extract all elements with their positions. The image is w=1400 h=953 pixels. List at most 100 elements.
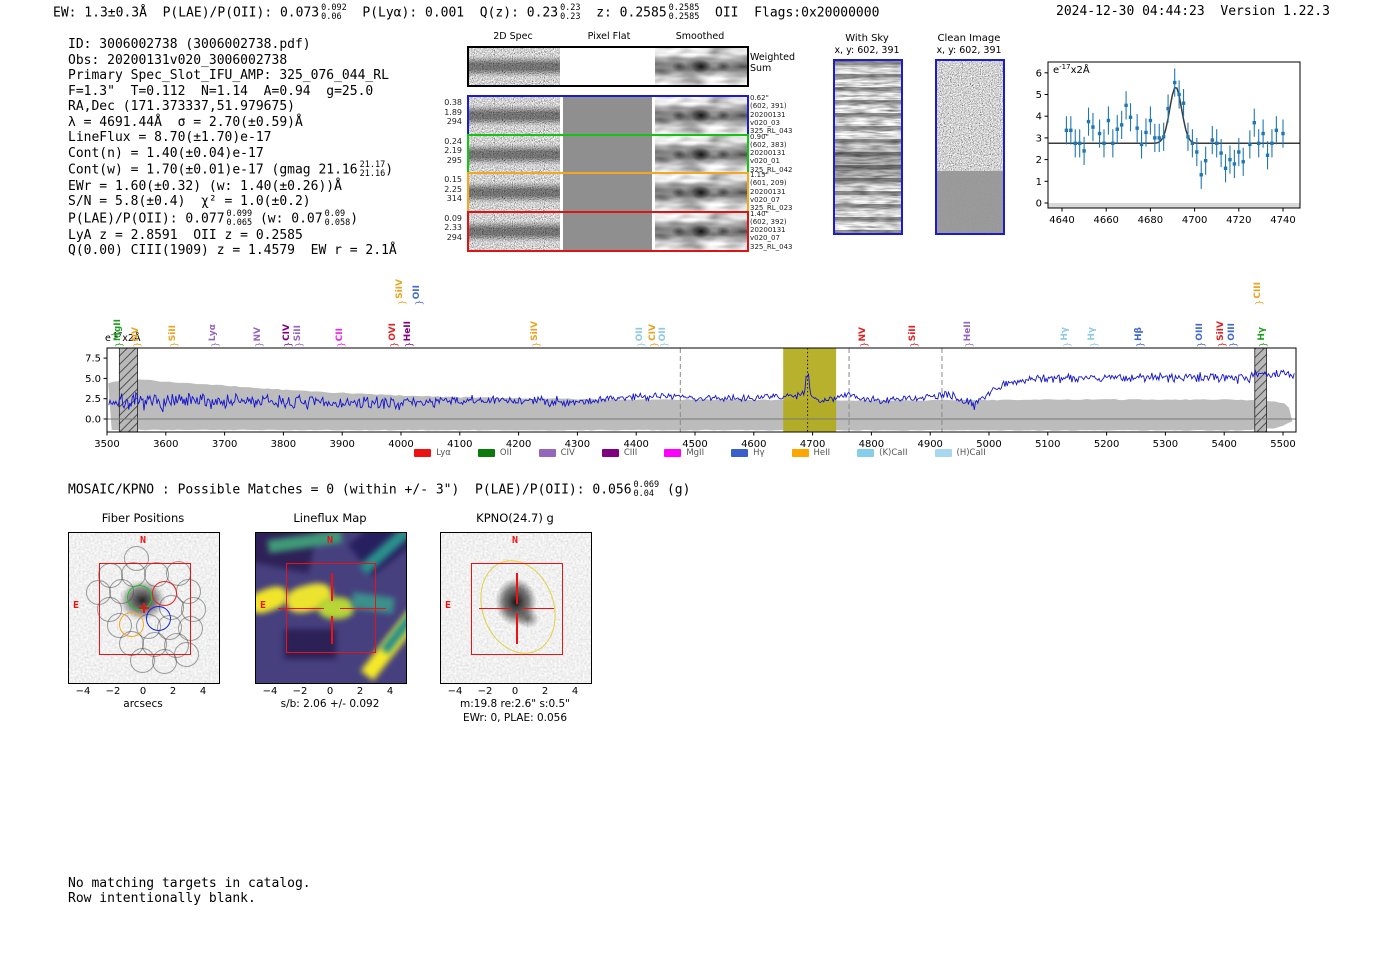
text-segment: ) (385, 162, 394, 178)
text-segment (147, 5, 163, 20)
withsky-image (833, 59, 903, 235)
legend-swatch (601, 449, 619, 457)
fiber-row-left-label: 0.09 2.33 294 (420, 214, 462, 243)
text-segment (347, 5, 363, 20)
right-label-line: 20200131 (750, 149, 786, 158)
right-label-line: 20200131 (750, 226, 786, 235)
legend-item: (K)CaII (857, 448, 908, 458)
emission-line-label: OIII{ (1225, 323, 1239, 348)
crosshair-left (479, 607, 512, 610)
line-label-text: SiII (167, 324, 178, 341)
line-label-text: SiIV (395, 279, 406, 299)
svg-text:5: 5 (1036, 90, 1042, 101)
fiber-row-left-label: 0.15 2.25 314 (420, 175, 462, 204)
stacked-uncertainty: 0.23 0.23 (560, 4, 580, 22)
emission-line-label: OII{ (633, 327, 647, 348)
emission-line-label: MgII{ (111, 319, 125, 348)
line-label-brace: { (648, 341, 659, 348)
compass-north: N (327, 535, 334, 546)
text-segment (464, 5, 480, 20)
trace-band (469, 174, 560, 211)
right-label-line: 0.90" (750, 132, 769, 141)
text-segment: Primary Spec_Slot_IFU_AMP: 325_076_044_R… (68, 68, 389, 83)
line-label-brace: { (1257, 341, 1268, 348)
info-line: λ = 4691.44Å σ = 2.70(±0.59)Å (68, 115, 397, 131)
text-segment: Q(0.00) CIII(1909) z = 1.4579 EW r = 2.1… (68, 243, 397, 259)
svg-text:0.0: 0.0 (85, 415, 101, 426)
line-label-brace: { (131, 341, 142, 348)
text-segment: λ = 4691.44Å σ = 2.70(±0.59)Å (68, 114, 303, 130)
compass-east: E (73, 600, 80, 611)
stacked-uncertainty: 0.2585 0.2585 (669, 4, 700, 22)
legend-label: OII (499, 448, 512, 458)
line-label-text: Hγ (1060, 327, 1071, 341)
compass-north: N (512, 535, 519, 546)
fiber-axis-ticks: −4 −2 0 2 4 (68, 686, 218, 698)
line-label-text: NV (857, 326, 868, 342)
weighted-sum-label: Weighted Sum (750, 52, 795, 74)
tick-label: 2 (541, 686, 549, 697)
line-label-text: Hγ (1087, 327, 1098, 341)
line-label-brace: { (282, 341, 293, 348)
left-label-line: 2.33 (444, 223, 462, 232)
report-timestamp: 2024-12-30 04:44:23 (1056, 4, 1205, 19)
lineflux-panel-title: Lineflux Map (293, 511, 367, 525)
text-segment (699, 5, 715, 20)
left-label-line: 0.24 (444, 136, 462, 146)
kpno-axis-ticks: −4 −2 0 2 4 (440, 686, 590, 698)
text-segment: z: 0.2585 (596, 5, 667, 21)
fiber-cutout-row (467, 95, 749, 136)
line-label-text: MgII (113, 318, 124, 341)
compass-north: N (140, 535, 147, 546)
line-label-brace: { (1087, 341, 1098, 348)
crosshair-right (521, 607, 554, 610)
emission-line-label: Hγ{ (1085, 327, 1099, 348)
stacked-uncertainty: 0.09 0.058 (325, 209, 351, 228)
footer-note-2: Row intentionally blank. (68, 891, 256, 906)
legend-item: CIV (538, 448, 575, 458)
right-label-line: (602, 391) (750, 102, 787, 111)
left-label-line: 295 (446, 155, 462, 165)
kpno-xlabel2: EWr: 0, PLAE: 0.056 (462, 712, 568, 724)
legend-swatch (791, 449, 809, 457)
pixel-flat-segment (563, 135, 652, 173)
legend-label: (H)CaII (956, 448, 986, 458)
lower-bound: 0.2585 (668, 11, 700, 22)
emission-line-label: OII{ (656, 327, 670, 348)
line-label-brace: { (412, 299, 423, 306)
withsky-title: With Sky (845, 33, 889, 44)
text-segment: MOSAIC/KPNO : Possible Matches = 0 (with… (68, 482, 632, 498)
fiber-positions-plot: N E (68, 532, 220, 684)
info-line: ID: 3006002738 (3006002738.pdf) (68, 37, 397, 53)
text-segment: OII (715, 5, 739, 21)
emission-line-label: HeII{ (961, 321, 975, 348)
line-label-text: Hβ (1133, 327, 1144, 341)
tick-label: 0 (139, 686, 147, 697)
crosshair-left (278, 607, 324, 610)
footer-note-1: No matching targets in catalog. (68, 876, 311, 891)
left-label-line: 294 (446, 232, 462, 242)
stacked-uncertainty: 21.17 21.16 (360, 161, 386, 179)
emission-line-label: OVI{ (386, 323, 400, 348)
right-label-line: v020_07 (750, 195, 780, 204)
lower-bound: 0.06 (321, 11, 342, 22)
tick-label: 0 (326, 686, 334, 697)
text-segment: Cont(w) = 1.70(±0.01)e-17 (gmag 21.16 (68, 162, 358, 178)
line-label-brace: { (1195, 341, 1206, 348)
legend-swatch (664, 449, 682, 457)
right-label-line: v020_07 (750, 234, 780, 243)
cutout-col-header-smoothed: Smoothed (675, 31, 725, 42)
header-meta: 2024-12-30 04:44:23 Version 1.22.3 (1056, 4, 1330, 20)
tick-label: −2 (477, 686, 493, 697)
crosshair-down (516, 613, 518, 644)
left-label-line: 1.89 (444, 107, 462, 117)
clean-image (935, 59, 1005, 235)
text-segment: ID: 3006002738 (3006002738.pdf) (68, 37, 311, 52)
2d-spec-segment (469, 174, 560, 211)
legend-swatch (857, 449, 875, 457)
tick-label: 2 (169, 686, 177, 697)
catalog-match-line: MOSAIC/KPNO : Possible Matches = 0 (with… (68, 481, 690, 499)
stacked-uncertainty: 0.092 0.06 (321, 4, 347, 22)
svg-text:0: 0 (1036, 199, 1042, 210)
right-label-line: 1.40" (750, 209, 769, 218)
